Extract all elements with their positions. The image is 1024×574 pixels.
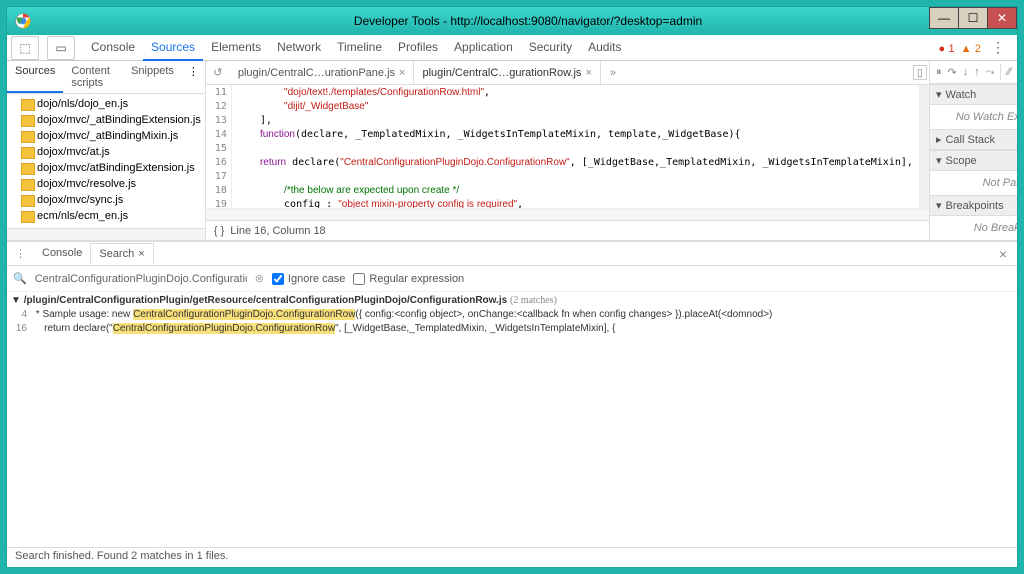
step-over-icon[interactable]: ↷ [947,66,956,79]
line-gutter: 1112131415161718192021 [206,85,232,208]
scope-section[interactable]: ▾ Scope [930,150,1017,171]
tab-application[interactable]: Application [446,35,521,61]
clear-search-icon[interactable]: ⊗ [255,272,264,285]
drawer-tab-console[interactable]: Console [34,243,90,264]
watch-section[interactable]: ▾ Watch+⟳ [930,84,1017,105]
step-into-icon[interactable]: ↓ [963,66,969,78]
file-tree[interactable]: dojo/nls/dojo_en.jsdojox/mvc/_atBindingE… [7,94,205,228]
sidebar-tab-snippets[interactable]: Snippets [123,61,182,93]
more-tabs-icon[interactable]: » [601,67,625,79]
file-item[interactable]: dojox/mvc/atBindingExtension.js [7,160,205,176]
deactivate-icon[interactable]: ⤳ [986,66,995,79]
tab-elements[interactable]: Elements [203,35,269,61]
tab-audits[interactable]: Audits [580,35,629,61]
file-item[interactable]: ecm/nls/ecm_en.js [7,208,205,224]
sources-sidebar: SourcesContent scriptsSnippets⋮ dojo/nls… [7,61,206,240]
breakpoints-empty: No Breakpoints [930,216,1017,240]
search-bar: 🔍 ⊗ Ignore case Regular expression [7,266,1017,292]
sidebar-tab-content-scripts[interactable]: Content scripts [63,61,123,93]
close-button[interactable]: ✕ [987,7,1017,29]
editor-scrollbar[interactable] [206,208,929,220]
warning-badge[interactable]: ▲ 2 [961,41,981,55]
search-result-row[interactable]: 4 * Sample usage: new CentralConfigurati… [11,308,1013,322]
file-item[interactable]: dojox/mvc/resolve.js [7,176,205,192]
history-icon[interactable]: ↺ [206,66,230,79]
close-tab-icon[interactable]: × [399,67,405,79]
close-tab-icon[interactable]: × [585,67,591,79]
tab-sources[interactable]: Sources [143,35,203,61]
tab-network[interactable]: Network [269,35,329,61]
step-out-icon[interactable]: ↑ [974,66,980,78]
kebab-menu-icon[interactable]: ⋮ [987,39,1009,56]
file-tab[interactable]: plugin/CentralC…gurationRow.js× [414,61,600,84]
file-item[interactable]: dojox/mvc/_atBindingExtension.js [7,112,205,128]
drawer-menu-icon[interactable]: ⋮ [7,247,34,260]
file-item[interactable]: dojox/mvc/sync.js [7,192,205,208]
drawer-tab-search[interactable]: Search × [90,243,153,264]
code-editor[interactable]: 1112131415161718192021 "dojo/text!./temp… [206,85,929,208]
device-icon[interactable]: ▭ [47,36,75,60]
scope-empty: Not Paused [930,171,1017,195]
debugger-panel: ⏸ ↷ ↓ ↑ ⤳ ⁄⁄ ◉ Async ▾ Watch+⟳ No Watch … [929,61,1017,240]
inspect-icon[interactable]: ⬚ [11,36,39,60]
window-title: Developer Tools - http://localhost:9080/… [39,14,1017,28]
watch-empty: No Watch Expressions [930,105,1017,129]
pause-exceptions-icon[interactable]: ⁄⁄ [1007,66,1011,78]
chrome-icon [15,13,31,29]
file-item[interactable]: dojox/mvc/_atBindingMixin.js [7,128,205,144]
callstack-section[interactable]: ▸ Call Stack [930,129,1017,150]
main-toolbar: ⬚ ▭ ConsoleSourcesElementsNetworkTimelin… [7,35,1017,61]
sidebar-toggle-icon[interactable]: ▯ [913,65,927,80]
pretty-print-icon[interactable]: { } [214,225,224,237]
tab-profiles[interactable]: Profiles [390,35,446,61]
devtools-window: Developer Tools - http://localhost:9080/… [6,6,1018,568]
sidebar-menu-icon[interactable]: ⋮ [182,61,205,93]
search-input[interactable] [35,273,247,285]
minimize-button[interactable]: — [929,7,959,29]
file-tab[interactable]: plugin/CentralC…urationPane.js× [230,61,415,84]
error-badge[interactable]: ● 1 [939,41,955,55]
editor-status: { } Line 16, Column 18 [206,220,929,240]
ignore-case-checkbox[interactable]: Ignore case [272,273,345,285]
sidebar-scrollbar[interactable] [7,228,205,240]
search-results[interactable]: ▼ /plugin/CentralConfigurationPlugin/get… [7,292,1017,547]
drawer-close-icon[interactable]: × [989,246,1017,262]
sidebar-tab-sources[interactable]: Sources [7,61,63,93]
titlebar: Developer Tools - http://localhost:9080/… [7,7,1017,35]
search-icon: 🔍 [13,272,27,285]
regex-checkbox[interactable]: Regular expression [353,273,464,285]
file-item[interactable]: dojox/mvc/at.js [7,144,205,160]
close-icon[interactable]: × [138,248,144,260]
drawer: ⋮ ConsoleSearch × × 🔍 ⊗ Ignore case Regu… [7,241,1017,547]
pause-icon[interactable]: ⏸ [936,66,942,79]
tab-security[interactable]: Security [521,35,580,61]
file-tabs: ↺ plugin/CentralC…urationPane.js×plugin/… [206,61,929,85]
tab-console[interactable]: Console [83,35,143,61]
status-footer: Search finished. Found 2 matches in 1 fi… [7,547,1017,567]
breakpoints-section[interactable]: ▾ Breakpoints [930,195,1017,216]
tab-timeline[interactable]: Timeline [329,35,390,61]
file-item[interactable]: dojo/nls/dojo_en.js [7,96,205,112]
maximize-button[interactable]: ☐ [958,7,988,29]
code-area[interactable]: "dojo/text!./templates/ConfigurationRow.… [232,85,929,208]
cursor-position: Line 16, Column 18 [230,225,325,237]
search-result-row[interactable]: 16 return declare("CentralConfigurationP… [11,322,1013,336]
